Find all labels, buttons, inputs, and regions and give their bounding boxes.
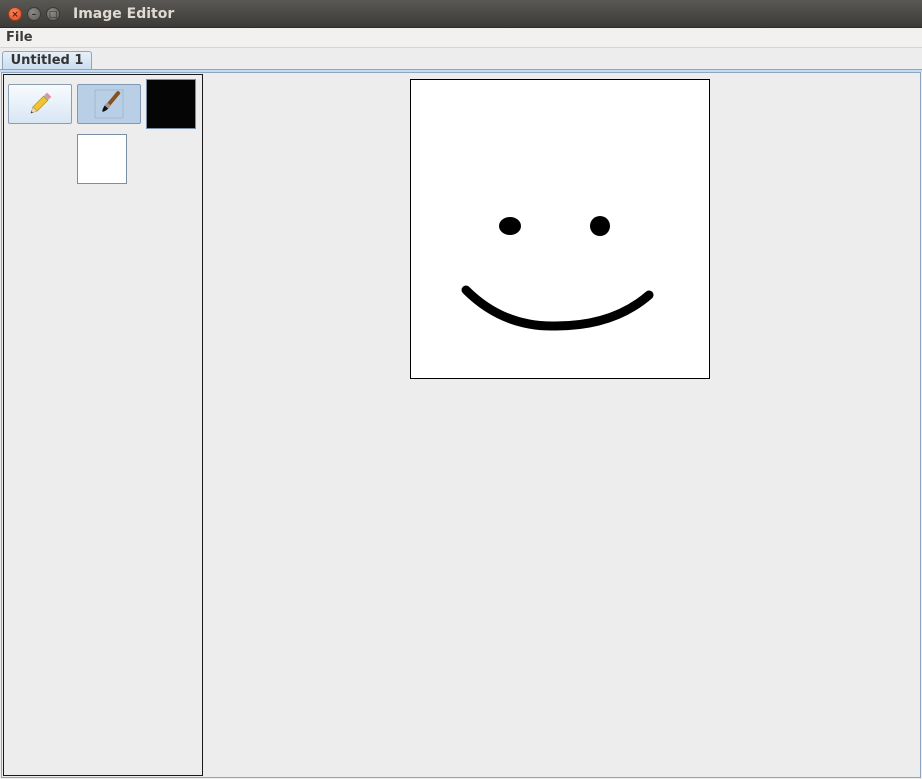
window-title: Image Editor: [73, 6, 175, 22]
close-window-button[interactable]: ×: [8, 7, 22, 21]
paintbrush-icon: [94, 89, 124, 119]
minimize-window-button[interactable]: –: [27, 7, 41, 21]
menu-file[interactable]: File: [6, 30, 33, 45]
drawing-canvas[interactable]: [410, 79, 710, 379]
primary-color-swatch[interactable]: [146, 79, 196, 129]
menubar: File: [0, 28, 922, 48]
maximize-window-button[interactable]: □: [46, 7, 60, 21]
document-tab-strip: Untitled 1: [0, 48, 922, 70]
pencil-tool-button[interactable]: [8, 84, 72, 124]
left-eye-stroke: [499, 217, 521, 235]
paintbrush-tool-button[interactable]: [77, 84, 141, 124]
smiley-drawing: [461, 216, 654, 331]
tab-untitled-1[interactable]: Untitled 1: [2, 51, 92, 70]
secondary-color-swatch[interactable]: [77, 134, 127, 184]
pencil-icon: [30, 92, 52, 114]
smile-stroke: [461, 285, 654, 331]
window-titlebar: × – □ Image Editor: [0, 0, 922, 28]
right-eye-stroke: [590, 216, 610, 236]
